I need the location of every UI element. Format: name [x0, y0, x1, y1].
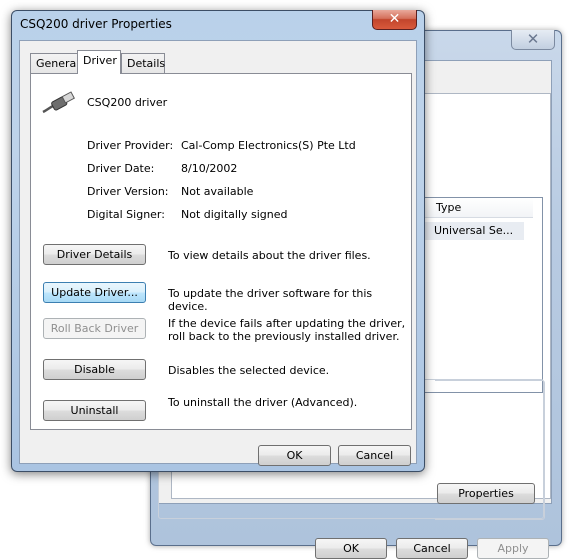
background-cancel-button[interactable]: Cancel [396, 538, 468, 559]
digital-signer-label: Digital Signer: [87, 208, 165, 221]
apply-button[interactable]: Apply [477, 538, 549, 559]
properties-button[interactable]: Properties [437, 483, 535, 504]
close-icon: ✕ [388, 11, 401, 27]
roll-back-driver-button[interactable]: Roll Back Driver [43, 318, 146, 339]
driver-date-value: 8/10/2002 [181, 162, 238, 175]
driver-version-value: Not available [181, 185, 254, 198]
disable-description: Disables the selected device. [168, 364, 330, 377]
usb-cable-icon [41, 88, 77, 116]
ok-button[interactable]: OK [258, 445, 331, 466]
driver-details-button[interactable]: Driver Details [43, 244, 146, 265]
dialog-title: CSQ200 driver Properties [20, 17, 172, 31]
driver-version-label: Driver Version: [87, 185, 169, 198]
device-name: CSQ200 driver [87, 96, 168, 109]
roll-back-driver-description: If the device fails after updating the d… [168, 317, 406, 343]
list-column-header-type[interactable]: Type [423, 198, 533, 218]
uninstall-button[interactable]: Uninstall [43, 400, 146, 421]
update-driver-button[interactable]: Update Driver... [43, 282, 146, 303]
close-icon: ✕ [526, 30, 540, 48]
tab-driver[interactable]: Driver [77, 50, 121, 74]
list-item[interactable]: Universal Se... [424, 222, 524, 240]
dialog-body: General Driver Details CSQ200 driver Dri… [19, 40, 417, 466]
cancel-button[interactable]: Cancel [338, 445, 411, 466]
background-ok-button[interactable]: OK [315, 538, 387, 559]
background-close-button[interactable]: ✕ [511, 30, 555, 50]
driver-date-label: Driver Date: [87, 162, 155, 175]
digital-signer-value: Not digitally signed [181, 208, 288, 221]
dialog-close-button[interactable]: ✕ [372, 10, 417, 30]
tab-details[interactable]: Details [121, 53, 165, 73]
tab-general[interactable]: General [30, 53, 83, 73]
driver-provider-value: Cal-Comp Electronics(S) Pte Ltd [181, 139, 356, 152]
driver-properties-dialog: CSQ200 driver Properties ✕ General Drive… [11, 10, 425, 472]
driver-details-description: To view details about the driver files. [168, 249, 371, 262]
update-driver-description: To update the driver software for this d… [168, 287, 373, 313]
driver-provider-label: Driver Provider: [87, 139, 174, 152]
disable-button[interactable]: Disable [43, 359, 146, 380]
driver-tab-panel: CSQ200 driver Driver Provider: Cal-Comp … [30, 73, 412, 430]
uninstall-description: To uninstall the driver (Advanced). [168, 396, 358, 409]
